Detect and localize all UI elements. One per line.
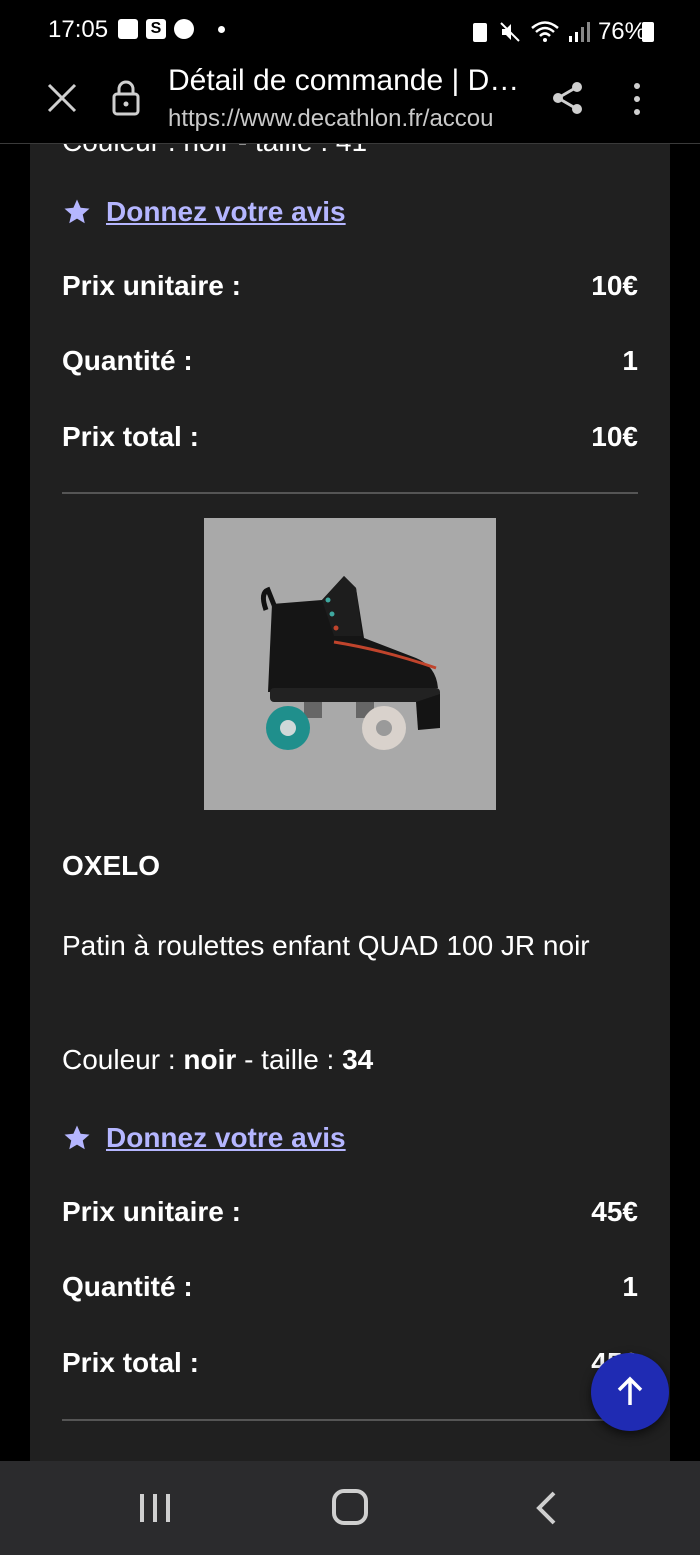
battery-icon — [642, 22, 654, 42]
divider — [62, 492, 638, 494]
status-time: 17:05 — [48, 16, 109, 43]
unit-price-value: 45€ — [591, 1196, 638, 1227]
share-icon[interactable] — [550, 80, 586, 116]
roller-skate-illustration — [260, 576, 440, 750]
order-items-card: Couleur : noir - taille : 41 Donnez votr… — [30, 144, 670, 1461]
face-icon — [174, 19, 194, 39]
product-attributes: Couleur : noir - taille : 34 — [62, 1044, 373, 1076]
unit-price-label: Prix unitaire : — [62, 270, 241, 301]
notification-icons: S — [118, 19, 225, 39]
product-image[interactable] — [204, 518, 496, 810]
battery-percent: 76% — [597, 18, 646, 45]
size-value: 34 — [342, 1044, 374, 1075]
image-icon — [118, 19, 138, 39]
page-content: Couleur : noir - taille : 41 Donnez votr… — [0, 144, 700, 1461]
prev-total-row: Prix total : 10€ — [62, 421, 638, 453]
prev-unit-price-row: Prix unitaire : 10€ — [62, 270, 638, 302]
divider — [62, 1419, 638, 1421]
home-icon[interactable] — [332, 1489, 368, 1525]
prev-item-review[interactable]: Donnez votre avis — [62, 196, 346, 228]
review-link[interactable]: Donnez votre avis — [106, 1122, 346, 1154]
battery-saver-icon — [472, 23, 487, 42]
mute-icon — [500, 22, 520, 42]
system-icons: 76% — [470, 18, 646, 46]
total-row: Prix total : 45€ — [62, 1347, 638, 1379]
total-value: 10€ — [591, 421, 638, 452]
quantity-label: Quantité : — [62, 1271, 193, 1302]
prev-quantity-row: Quantité : 1 — [62, 345, 638, 377]
wifi-icon — [531, 21, 559, 42]
status-bar: 17:05 S 76% — [0, 0, 700, 62]
color-label: Couleur : — [62, 1044, 184, 1075]
page-title[interactable]: Détail de commande | D… — [168, 64, 519, 98]
quantity-label: Quantité : — [62, 345, 193, 376]
product-name[interactable]: Patin à roulettes enfant QUAD 100 JR noi… — [62, 924, 622, 968]
lock-icon[interactable] — [110, 78, 142, 118]
size-label: - taille : — [236, 1044, 343, 1075]
unit-price-value: 10€ — [591, 270, 638, 301]
page-url[interactable]: https://www.decathlon.fr/accou — [168, 105, 494, 133]
scroll-to-top-button[interactable] — [591, 1353, 669, 1431]
color-value: noir — [183, 1044, 237, 1075]
product-brand: OXELO — [62, 850, 161, 881]
unit-price-label: Prix unitaire : — [62, 1196, 241, 1227]
quantity-value: 1 — [622, 345, 638, 376]
browser-toolbar: Détail de commande | D… https://www.deca… — [0, 62, 700, 144]
s-app-icon: S — [146, 19, 166, 39]
review-link[interactable]: Donnez votre avis — [106, 196, 346, 228]
unit-price-row: Prix unitaire : 45€ — [62, 1196, 638, 1228]
star-icon — [64, 1125, 90, 1150]
star-icon — [64, 199, 90, 224]
item-review[interactable]: Donnez votre avis — [62, 1122, 346, 1154]
more-options-icon[interactable] — [627, 80, 647, 120]
arrow-up-icon — [617, 1376, 643, 1405]
back-icon[interactable] — [534, 1489, 558, 1527]
system-nav-bar — [0, 1461, 700, 1555]
total-label: Prix total : — [62, 1347, 199, 1378]
prev-item-attributes: Couleur : noir - taille : 41 — [62, 144, 367, 158]
quantity-value: 1 — [622, 1271, 638, 1302]
dot-icon — [218, 25, 225, 33]
close-icon[interactable] — [44, 80, 80, 116]
recent-apps-icon[interactable] — [138, 1491, 172, 1525]
signal-icon — [568, 22, 590, 42]
quantity-row: Quantité : 1 — [62, 1271, 638, 1303]
total-label: Prix total : — [62, 421, 199, 452]
